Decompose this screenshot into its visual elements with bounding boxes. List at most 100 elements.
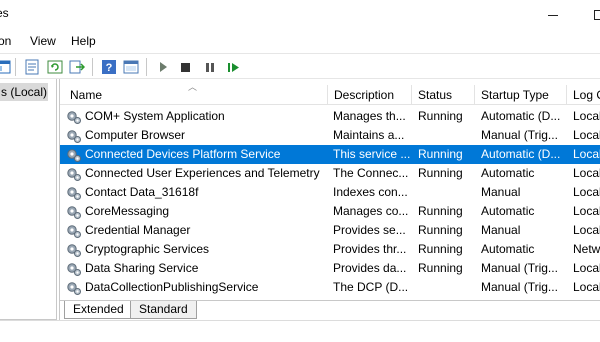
service-gear-icon — [66, 242, 82, 258]
service-log-on-as: Local — [573, 128, 600, 142]
service-log-on-as: Local — [573, 185, 600, 199]
service-description: Manages th... — [333, 109, 406, 123]
service-row[interactable]: Connected Devices Platform Service This s… — [60, 145, 600, 164]
service-name: DataCollectionPublishingService — [85, 280, 259, 294]
service-row[interactable]: DataCollectionPublishingService The DCP (… — [60, 278, 600, 297]
service-description: Provides se... — [333, 223, 406, 237]
service-gear-icon — [66, 223, 82, 239]
service-description: Manages co... — [333, 204, 409, 218]
console-button[interactable] — [122, 58, 140, 76]
tab-standard[interactable]: Standard — [130, 301, 197, 319]
service-name: Data Sharing Service — [85, 261, 199, 275]
column-header-log-on-as[interactable]: Log O — [567, 85, 600, 105]
status-bar — [0, 320, 600, 342]
window-title: es — [0, 6, 9, 20]
pause-service-button[interactable] — [201, 58, 219, 76]
service-description: Indexes con... — [333, 185, 408, 199]
stop-service-button[interactable] — [177, 58, 195, 76]
maximize-button[interactable] — [576, 0, 600, 30]
title-bar: es — [0, 0, 600, 30]
toolbar-separator — [92, 58, 93, 76]
column-header-startup-type[interactable]: Startup Type — [475, 85, 569, 105]
service-description: The DCP (D... — [333, 280, 409, 294]
restart-service-button[interactable] — [224, 58, 242, 76]
console-tree-pane: s (Local) — [0, 79, 57, 342]
service-description: Maintains a... — [333, 128, 405, 142]
toolbar-separator — [15, 58, 16, 76]
service-log-on-as: Local — [573, 147, 600, 161]
service-startup-type: Automatic (D... — [481, 147, 561, 161]
service-gear-icon — [66, 280, 82, 296]
service-name: CoreMessaging — [85, 204, 170, 218]
toolbar: ? — [0, 53, 600, 79]
service-row[interactable]: CoreMessaging Manages co... Running Automat… — [60, 202, 600, 221]
menu-view[interactable]: View — [30, 34, 56, 48]
console-tree-button[interactable] — [0, 58, 12, 76]
service-status: Running — [418, 223, 463, 237]
service-name: Connected User Experiences and Telemetry — [85, 166, 320, 180]
service-log-on-as: Local — [573, 280, 600, 294]
service-row[interactable]: Data Sharing Service Provides da... Runnin… — [60, 259, 600, 278]
help-button[interactable]: ? — [100, 58, 118, 76]
service-log-on-as: Local — [573, 223, 600, 237]
service-gear-icon — [66, 204, 82, 220]
service-log-on-as: Netw — [573, 242, 600, 256]
service-gear-icon — [66, 147, 82, 163]
view-tabs: Extended Standard — [60, 300, 600, 320]
service-name: Cryptographic Services — [85, 242, 210, 256]
column-header-status[interactable]: Status — [412, 85, 476, 105]
service-description: Provides da... — [333, 261, 407, 275]
service-status: Running — [418, 204, 463, 218]
service-gear-icon — [66, 166, 82, 182]
service-log-on-as: Local — [573, 261, 600, 275]
service-name: Connected Devices Platform Service — [85, 147, 281, 161]
service-row[interactable]: Computer Browser Maintains a... Manual (Tr… — [60, 126, 600, 145]
service-row[interactable]: Contact Data_31618f Indexes con... Manual L… — [60, 183, 600, 202]
service-name: Computer Browser — [85, 128, 186, 142]
properties-icon — [25, 59, 39, 75]
service-status: Running — [418, 261, 463, 275]
tree-node-services-local[interactable]: s (Local) — [0, 83, 48, 101]
menu-action[interactable]: on — [0, 34, 11, 48]
export-icon — [69, 60, 85, 74]
properties-button[interactable] — [23, 58, 41, 76]
service-row[interactable]: Cryptographic Services Provides thr... Run… — [60, 240, 600, 259]
service-row[interactable]: Credential Manager Provides se... Running M… — [60, 221, 600, 240]
column-header-name[interactable]: Name — [64, 85, 328, 105]
service-gear-icon — [66, 185, 82, 201]
service-log-on-as: Local — [573, 166, 600, 180]
service-row[interactable]: COM+ System Application Manages th... Runn… — [60, 107, 600, 126]
service-startup-type: Automatic (D... — [481, 109, 561, 123]
column-header-description[interactable]: Description — [328, 85, 412, 105]
console-tree-icon — [0, 60, 11, 74]
menu-bar: on View Help — [0, 30, 600, 52]
service-status: Running — [418, 242, 463, 256]
service-startup-type: Manual (Trig... — [481, 261, 558, 275]
console-icon — [123, 60, 139, 74]
service-row[interactable]: Connected User Experiences and Telemetry… — [60, 164, 600, 183]
menu-help[interactable]: Help — [71, 34, 96, 48]
service-status: Running — [418, 147, 463, 161]
service-name: Contact Data_31618f — [85, 185, 199, 199]
start-service-button[interactable] — [154, 58, 172, 76]
help-icon: ? — [102, 60, 116, 74]
refresh-button[interactable] — [46, 58, 64, 76]
service-startup-type: Automatic — [481, 166, 535, 180]
service-description: The Connec... — [333, 166, 409, 180]
service-gear-icon — [66, 261, 82, 277]
tab-extended[interactable]: Extended — [64, 301, 133, 319]
play-icon — [160, 62, 167, 72]
service-log-on-as: Local — [573, 109, 600, 123]
stop-icon — [181, 63, 190, 72]
service-description: This service ... — [333, 147, 411, 161]
refresh-icon — [47, 60, 63, 74]
service-log-on-as: Local — [573, 204, 600, 218]
export-list-button[interactable] — [68, 58, 86, 76]
service-startup-type: Manual — [481, 185, 521, 199]
service-startup-type: Manual — [481, 223, 521, 237]
toolbar-separator — [146, 58, 147, 76]
service-status: Running — [418, 109, 463, 123]
svg-text:?: ? — [106, 62, 113, 74]
service-gear-icon — [66, 109, 82, 125]
minimize-button[interactable] — [530, 0, 576, 30]
